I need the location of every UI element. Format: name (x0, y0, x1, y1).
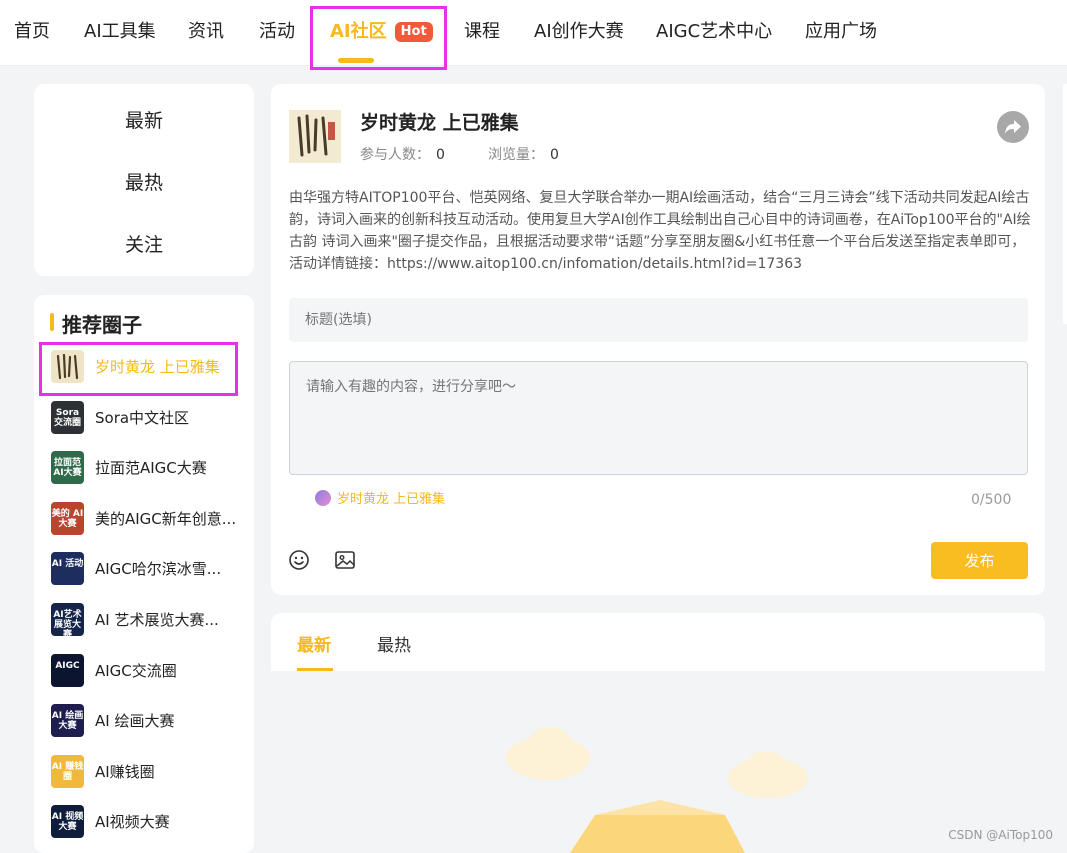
watermark: CSDN @AiTop100 (948, 828, 1053, 842)
circle-thumbnail: Sora 交流圈 (51, 400, 84, 434)
share-button[interactable] (997, 111, 1029, 143)
nav-app-plaza[interactable]: 应用广场 (805, 0, 877, 64)
views-label: 浏览量： (488, 147, 544, 163)
circle-label: AI 绘画大赛 (95, 712, 175, 731)
right-panel-edge (1063, 84, 1067, 324)
nav-ai-community-label: AI社区 (330, 21, 387, 42)
sort-following[interactable]: 关注 (34, 230, 254, 257)
circle-label: AIGC哈尔滨冰雪... (95, 560, 222, 579)
circle-label: Sora中文社区 (95, 408, 190, 427)
tab-hottest[interactable]: 最热 (377, 631, 411, 656)
recommended-circles-title: 推荐圈子 (50, 309, 142, 338)
nav-ai-community[interactable]: AI社区 Hot (330, 0, 433, 64)
emoji-icon[interactable] (288, 549, 310, 571)
tab-latest[interactable]: 最新 (297, 631, 331, 656)
circle-item[interactable]: AIGC AIGC交流圈 (51, 653, 241, 688)
circle-item[interactable]: AI 视频大赛 AI视频大赛 (51, 805, 241, 839)
top-navigation: 首页 AI工具集 资讯 活动 AI社区 Hot 课程 AI创作大赛 AIGC艺术中… (0, 0, 1067, 66)
nav-courses[interactable]: 课程 (464, 0, 500, 64)
topic-tag[interactable]: 岁时黄龙 上已雅集 (307, 487, 456, 513)
circle-item[interactable]: AI 赚钱圈 AI赚钱圈 (51, 754, 241, 789)
circle-label: AIGC交流圈 (95, 661, 177, 680)
hot-badge: Hot (394, 22, 433, 42)
circle-label: AI视频大赛 (95, 813, 170, 832)
circle-thumbnail: AI 视频大赛 (51, 805, 84, 839)
compass-icon (315, 490, 331, 506)
post-card: 岁时黄龙 上已雅集 参与人数： 0 浏览量： 0 由华强方特AITOP100平台、恺… (271, 84, 1045, 595)
circle-item[interactable]: 岁时黄龙 上已雅集 (51, 350, 241, 384)
circle-label: AI赚钱圈 (95, 762, 155, 781)
sort-hottest[interactable]: 最热 (34, 168, 254, 195)
title-input[interactable] (289, 298, 1028, 342)
nav-ai-contest[interactable]: AI创作大赛 (534, 0, 624, 64)
char-counter: 0/500 (971, 492, 1012, 508)
nav-ai-tools[interactable]: AI工具集 (84, 0, 156, 64)
publish-button[interactable]: 发布 (931, 542, 1028, 579)
circle-item[interactable]: Sora 交流圈 Sora中文社区 (51, 400, 241, 435)
nav-active-underline (338, 58, 374, 63)
circle-item[interactable]: 拉面范 AI大赛 拉面范AIGC大赛 (51, 451, 241, 485)
participants-count: 0 (436, 147, 445, 163)
circle-thumbnail: AI 赚钱圈 (51, 754, 84, 788)
views-stat: 浏览量： 0 (488, 144, 559, 164)
circle-item[interactable]: AI艺术 展览大赛 AI 艺术展览大赛... (51, 603, 241, 637)
post-description: 由华强方特AITOP100平台、恺英网络、复旦大学联合举办一期AI绘画活动，结合… (289, 190, 1031, 272)
sort-latest[interactable]: 最新 (34, 106, 254, 133)
circle-item[interactable]: 美的 AI大赛 美的AIGC新年创意... (51, 501, 241, 536)
topic-tag-label: 岁时黄龙 上已雅集 (337, 492, 446, 507)
nav-home[interactable]: 首页 (14, 0, 50, 64)
post-title: 岁时黄龙 上已雅集 (360, 112, 519, 134)
content-textarea[interactable] (289, 361, 1028, 475)
circle-label: 拉面范AIGC大赛 (95, 459, 207, 478)
circle-thumbnail: 美的 AI大赛 (51, 501, 84, 535)
circle-label: 美的AIGC新年创意... (95, 509, 237, 528)
nav-aigc-art-center[interactable]: AIGC艺术中心 (656, 0, 772, 64)
feed-tabs: 最新 最热 (271, 613, 1045, 671)
circle-thumbnail: 拉面范 AI大赛 (51, 451, 84, 485)
nav-events[interactable]: 活动 (259, 0, 295, 64)
image-icon[interactable] (334, 549, 356, 571)
participants-label: 参与人数： (360, 147, 430, 163)
circle-thumbnail: AI 活动 (51, 552, 84, 586)
circle-item[interactable]: AI 绘画大赛 AI 绘画大赛 (51, 704, 241, 738)
circle-thumbnail: AIGC (51, 653, 84, 687)
circle-cover-image (289, 110, 341, 163)
empty-state-illustration (506, 727, 808, 853)
nav-news[interactable]: 资讯 (188, 0, 224, 64)
sort-card: 最新 最热 关注 (34, 84, 254, 276)
circle-item[interactable]: AI 活动 AIGC哈尔滨冰雪... (51, 552, 241, 586)
circle-thumbnail: AI 绘画大赛 (51, 704, 84, 738)
share-icon (1005, 120, 1021, 134)
circle-thumbnail (51, 350, 84, 383)
recommended-circles-card: 推荐圈子 岁时黄龙 上已雅集 Sora 交流圈 Sora中文社区拉面范 AI大赛 拉面… (34, 295, 254, 853)
views-count: 0 (550, 147, 559, 163)
circle-label: 岁时黄龙 上已雅集 (95, 358, 220, 376)
circle-label: AI 艺术展览大赛... (95, 611, 219, 629)
circle-thumbnail: AI艺术 展览大赛 (51, 603, 84, 636)
tab-active-underline (297, 668, 333, 671)
participants-stat: 参与人数： 0 (360, 144, 445, 164)
